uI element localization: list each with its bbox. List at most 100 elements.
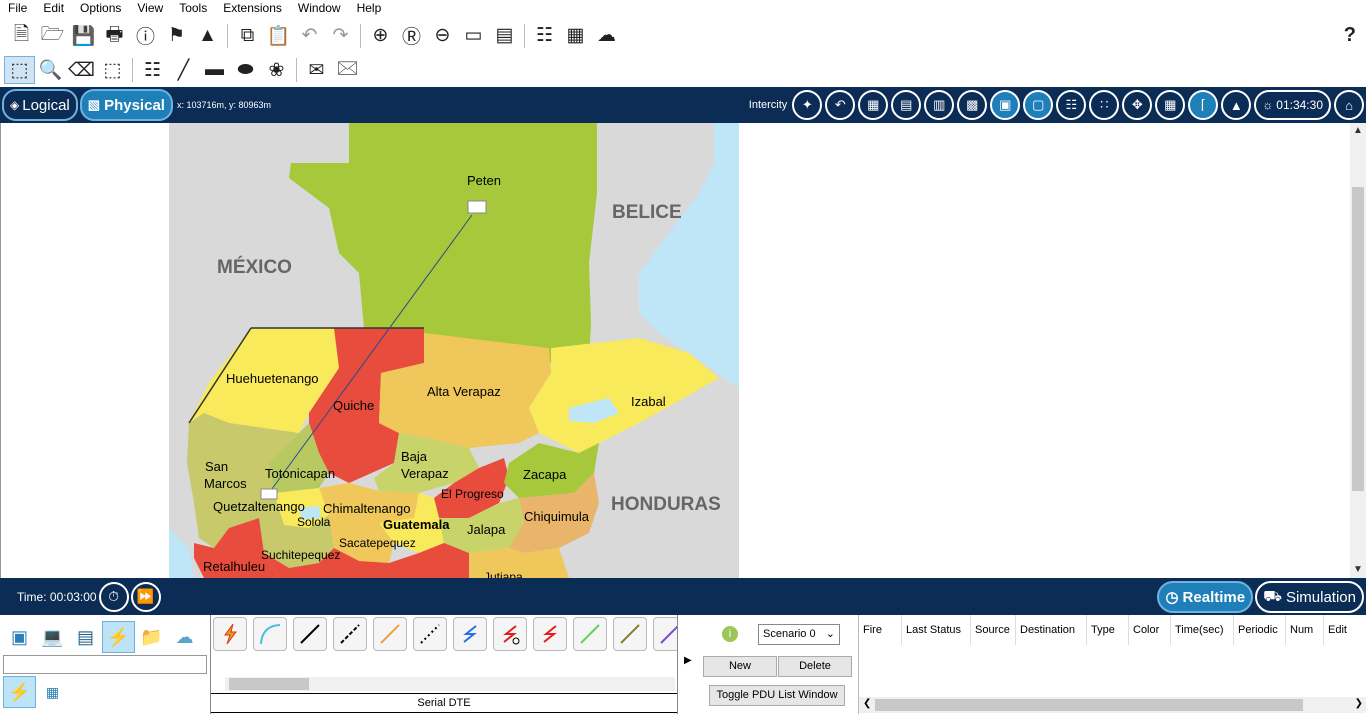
workspace-vertical-scrollbar[interactable]: ▲ ▼ (1350, 123, 1366, 578)
menu-options[interactable]: Options (72, 0, 129, 17)
menu-view[interactable]: View (129, 0, 171, 17)
toggle-pdu-list-button[interactable]: Toggle PDU List Window (709, 685, 845, 706)
help-icon[interactable]: ? (1344, 18, 1356, 53)
home-icon[interactable]: ⌂ (1334, 90, 1364, 120)
drawing-palette-icon[interactable]: ▭ (458, 22, 489, 50)
viewport-icon[interactable]: ▦ (560, 22, 591, 50)
tiles-icon[interactable]: ▦ (1155, 90, 1186, 120)
cluster-icon[interactable]: ☷ (1056, 90, 1087, 120)
realtime-mode-button[interactable]: ◷ Realtime (1157, 581, 1254, 613)
draw-freeform-icon[interactable]: ❀ (261, 56, 292, 84)
scroll-thumb[interactable] (875, 699, 1303, 711)
select-icon[interactable]: ⬚ (4, 56, 35, 84)
tab-logical[interactable]: ◈ Logical (2, 89, 78, 121)
scenario-select[interactable]: Scenario 0 ⌄ (758, 624, 840, 645)
auto-connection-icon[interactable] (213, 617, 247, 651)
iot-custom-cable-icon[interactable] (613, 617, 647, 651)
copy-icon[interactable]: ⧉ (232, 22, 263, 50)
connection-list-scrollbar[interactable] (225, 677, 675, 691)
paste-icon[interactable]: 📋 (263, 22, 294, 50)
resize-icon[interactable]: ⬚ (97, 56, 128, 84)
scroll-down-icon[interactable]: ▼ (1350, 562, 1366, 578)
scroll-thumb[interactable] (1352, 187, 1364, 491)
new-building-icon[interactable]: ▤ (891, 90, 922, 120)
inspect-icon[interactable]: 🔍 (35, 56, 66, 84)
activity-wizard-icon[interactable]: ⚑ (161, 22, 192, 50)
notes-icon[interactable]: ☷ (529, 22, 560, 50)
new-city-icon[interactable]: ▦ (858, 90, 889, 120)
draw-line-icon[interactable]: ╱ (168, 56, 199, 84)
draw-rectangle-icon[interactable]: ▬ (199, 56, 230, 84)
new-table-icon[interactable]: ▣ (990, 90, 1021, 120)
navigation-compass-icon[interactable]: ✦ (792, 90, 823, 120)
zoom-out-icon[interactable]: ⊖ (427, 22, 458, 50)
menu-window[interactable]: Window (290, 0, 349, 17)
custom-devices-icon[interactable]: ▤ (489, 22, 520, 50)
serial-dte-icon[interactable] (533, 617, 567, 651)
background-image-icon[interactable]: ▲ (1221, 90, 1252, 120)
scroll-up-icon[interactable]: ▲ (1350, 123, 1366, 139)
delete-scenario-button[interactable]: Delete (778, 656, 852, 677)
connections-subcategory-icon[interactable]: ⚡ (3, 676, 36, 708)
coaxial-cable-icon[interactable] (453, 617, 487, 651)
scroll-left-icon[interactable]: ❮ (863, 698, 871, 709)
power-cycle-icon[interactable]: ⏱ (98, 581, 129, 612)
clock-display[interactable]: ☼ 01:34:30 (1254, 90, 1331, 120)
connections-icon[interactable]: ⚡ (102, 621, 135, 653)
components-icon[interactable]: ▤ (69, 621, 102, 653)
menu-extensions[interactable]: Extensions (215, 0, 290, 17)
menu-help[interactable]: Help (349, 0, 390, 17)
pdu-table-scrollbar[interactable]: ❮ ❯ (859, 697, 1366, 713)
network-devices-icon[interactable]: ▣ (3, 621, 36, 653)
map-label-quiche: Quiche (333, 398, 374, 413)
new-closet-icon[interactable]: ▥ (924, 90, 955, 120)
redo-icon[interactable]: ↷ (325, 22, 356, 50)
physical-workspace[interactable]: MÉXICO BELICE HONDURAS Peten Huehuetenan… (0, 123, 1350, 578)
undo-icon[interactable]: ↶ (294, 22, 325, 50)
new-shelf-icon[interactable]: ▢ (1023, 90, 1054, 120)
info-icon[interactable]: ⓘ (130, 22, 161, 50)
octal-cable-icon[interactable] (573, 617, 607, 651)
cloud-icon[interactable]: ☁ (591, 22, 622, 50)
new-file-icon[interactable]: 🗎 (6, 22, 37, 50)
simple-pdu-icon[interactable]: ✉ (301, 56, 332, 84)
grid-icon[interactable]: ∷ (1089, 90, 1120, 120)
tab-physical[interactable]: ▧ Physical (79, 89, 173, 121)
structured-cabling-icon[interactable]: ▦ (36, 676, 69, 708)
delete-icon[interactable]: ⌫ (66, 56, 97, 84)
new-scenario-button[interactable]: New (703, 656, 777, 677)
fast-forward-icon[interactable]: ⏩ (130, 581, 161, 612)
print-icon[interactable]: 🖶 (99, 22, 130, 50)
scenario-info-icon[interactable]: i (722, 626, 738, 642)
console-cable-icon[interactable] (253, 617, 287, 651)
menu-file[interactable]: File (0, 0, 35, 17)
simulation-mode-button[interactable]: ⛟ Simulation (1255, 581, 1364, 613)
usb-cable-icon[interactable] (653, 617, 677, 651)
copper-cross-icon[interactable] (333, 617, 367, 651)
scroll-right-icon[interactable]: ❯ (1355, 698, 1363, 709)
copper-straight-icon[interactable] (293, 617, 327, 651)
scroll-thumb[interactable] (229, 678, 309, 690)
wireless-icon[interactable]: ⌈ (1188, 90, 1219, 120)
expand-arrow-icon[interactable]: ▶ (684, 655, 692, 666)
new-rack-icon[interactable]: ▩ (957, 90, 988, 120)
draw-ellipse-icon[interactable]: ⬬ (230, 56, 261, 84)
zoom-reset-icon[interactable]: Ⓡ (396, 22, 427, 50)
move-icon[interactable]: ✥ (1122, 90, 1153, 120)
serial-dce-icon[interactable] (493, 617, 527, 651)
complex-pdu-icon[interactable]: 🖂 (332, 56, 363, 84)
multiuser-icon[interactable]: ☁ (168, 621, 201, 653)
network-info-icon[interactable]: ▲ (192, 22, 223, 50)
fiber-icon[interactable] (373, 617, 407, 651)
device-search-input[interactable] (3, 655, 207, 674)
menu-tools[interactable]: Tools (171, 0, 215, 17)
zoom-in-icon[interactable]: ⊕ (365, 22, 396, 50)
end-devices-icon[interactable]: 💻 (36, 621, 69, 653)
menu-edit[interactable]: Edit (35, 0, 72, 17)
save-icon[interactable]: 💾 (68, 22, 99, 50)
miscellaneous-icon[interactable]: 📁 (135, 621, 168, 653)
phone-cable-icon[interactable] (413, 617, 447, 651)
back-icon[interactable]: ↶ (825, 90, 856, 120)
open-folder-icon[interactable]: 🗁 (37, 22, 68, 50)
place-note-icon[interactable]: ☷ (137, 56, 168, 84)
